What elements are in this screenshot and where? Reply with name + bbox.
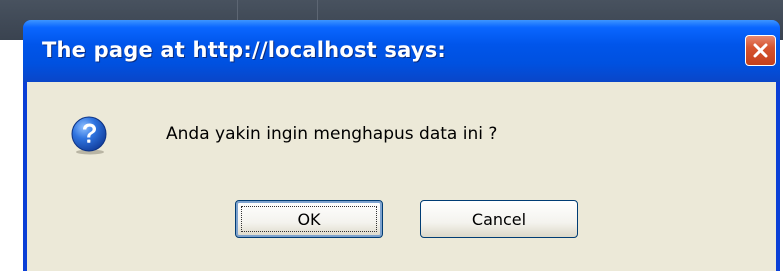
dialog-body: Anda yakin ingin menghapus data ini ? OK… xyxy=(27,82,776,271)
dialog-message: Anda yakin ingin menghapus data ini ? xyxy=(166,124,498,144)
ok-button[interactable]: OK xyxy=(235,200,383,238)
ok-button-label: OK xyxy=(297,209,321,229)
dialog-titlebar[interactable]: The page at http://localhost says: xyxy=(23,20,780,82)
dialog-title: The page at http://localhost says: xyxy=(42,38,447,62)
close-button[interactable] xyxy=(745,35,776,66)
alert-dialog: The page at http://localhost says: Anda … xyxy=(23,20,780,271)
close-icon xyxy=(753,43,768,58)
question-icon xyxy=(71,116,107,155)
cancel-button[interactable]: Cancel xyxy=(420,200,578,238)
cancel-button-label: Cancel xyxy=(471,209,527,229)
